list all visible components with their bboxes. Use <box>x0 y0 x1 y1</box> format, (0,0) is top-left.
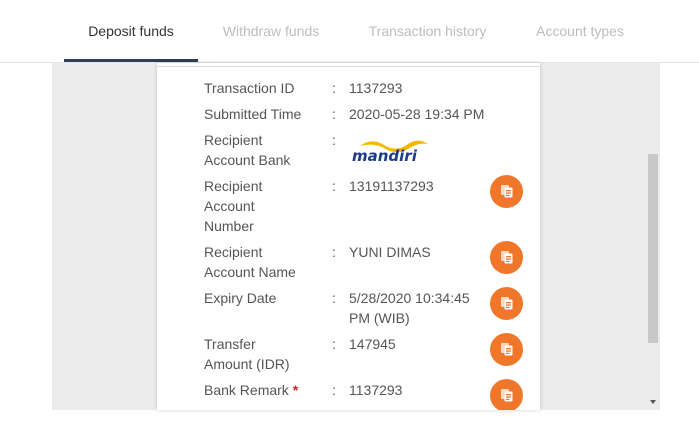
copy-account-number-button[interactable] <box>490 175 523 208</box>
copy-icon <box>500 297 512 310</box>
transfer-amount-label-line1: Transfer <box>204 336 256 352</box>
scroll-down-arrow-icon[interactable] <box>650 400 656 404</box>
card-divider <box>157 66 540 67</box>
tab-transaction-history[interactable]: Transaction history <box>355 0 500 62</box>
submitted-time-label: Submitted Time <box>204 106 302 122</box>
bank-remark-label-text: Bank Remark <box>204 382 289 398</box>
expiry-date-value-line1: 5/28/2020 10:34:45 <box>349 290 470 306</box>
bank-remark-value: 1137293 <box>349 382 403 398</box>
account-name-label-line1: Recipient <box>204 244 263 260</box>
account-number-value: 13191137293 <box>349 178 434 194</box>
account-number-label-line1: Recipient <box>204 178 263 194</box>
tab-withdraw-funds[interactable]: Withdraw funds <box>212 0 330 62</box>
expiry-date-value-line2: PM (WIB) <box>349 310 410 326</box>
transfer-amount-value: 147945 <box>349 336 396 352</box>
transfer-amount-row: Transfer Amount (IDR) : 147945 <box>157 334 540 374</box>
copy-icon <box>500 185 512 198</box>
transaction-id-value: 1137293 <box>349 80 403 96</box>
expiry-date-value: 5/28/2020 10:34:45 PM (WIB) <box>349 288 484 328</box>
transfer-amount-label-line2: Amount (IDR) <box>204 356 290 372</box>
separator: : <box>332 132 336 148</box>
account-number-label-line3: Number <box>204 218 254 234</box>
separator: : <box>332 178 336 194</box>
scrollbar-thumb[interactable] <box>648 154 658 343</box>
account-number-label: Recipient Account Number <box>204 176 314 236</box>
separator: : <box>332 336 336 352</box>
separator: : <box>332 382 336 398</box>
account-name-value: YUNI DIMAS <box>349 244 431 260</box>
separator: : <box>332 80 336 96</box>
account-name-label-line2: Account Name <box>204 264 296 280</box>
separator: : <box>332 290 336 306</box>
expiry-date-row: Expiry Date : 5/28/2020 10:34:45 PM (WIB… <box>157 288 540 328</box>
mandiri-bank-logo: mandiri <box>352 139 430 168</box>
mandiri-logo-text: mandiri <box>352 147 418 163</box>
copy-icon <box>500 251 512 264</box>
tab-account-types[interactable]: Account types <box>525 0 635 62</box>
recipient-bank-label-line1: Recipient <box>204 132 263 148</box>
expiry-date-label: Expiry Date <box>204 290 277 306</box>
copy-icon <box>500 343 512 356</box>
active-tab-indicator <box>64 59 198 62</box>
account-name-label: Recipient Account Name <box>204 242 314 282</box>
submitted-time-value: 2020-05-28 19:34 PM <box>349 106 485 122</box>
required-asterisk: * <box>292 382 299 398</box>
account-number-row: Recipient Account Number : 13191137293 <box>157 176 540 236</box>
copy-expiry-date-button[interactable] <box>490 287 523 320</box>
bank-remark-label: Bank Remark * <box>204 380 314 400</box>
recipient-bank-row: Recipient Account Bank : <box>157 130 540 170</box>
deposit-details-card: Transaction ID : 1137293 Submitted Time … <box>157 63 540 410</box>
transaction-id-label: Transaction ID <box>204 80 295 96</box>
recipient-bank-label: Recipient Account Bank <box>204 130 314 170</box>
separator: : <box>332 106 336 122</box>
copy-icon <box>500 389 512 402</box>
recipient-bank-label-line2: Account Bank <box>204 152 291 168</box>
tab-bar: Deposit funds Withdraw funds Transaction… <box>0 0 699 63</box>
transfer-amount-label: Transfer Amount (IDR) <box>204 334 314 374</box>
separator: : <box>332 244 336 260</box>
copy-account-name-button[interactable] <box>490 241 523 274</box>
tab-deposit-funds[interactable]: Deposit funds <box>64 0 198 62</box>
account-name-row: Recipient Account Name : YUNI DIMAS <box>157 242 540 282</box>
copy-bank-remark-button[interactable] <box>490 379 523 410</box>
account-number-label-line2: Account <box>204 198 255 214</box>
copy-transfer-amount-button[interactable] <box>490 333 523 366</box>
